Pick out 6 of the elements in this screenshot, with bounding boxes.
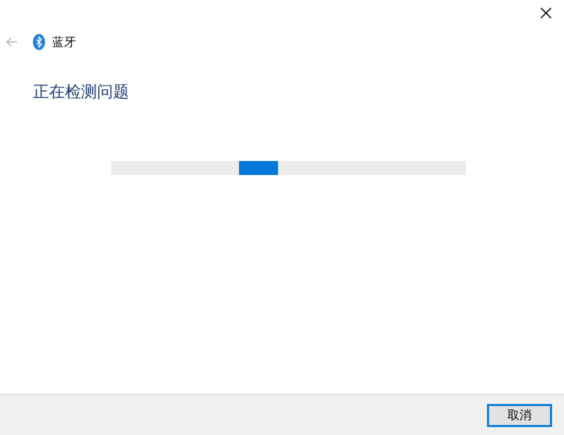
bluetooth-icon <box>33 34 45 50</box>
status-heading: 正在检测问题 <box>33 81 130 103</box>
window-title: 蓝牙 <box>52 34 76 50</box>
cancel-button[interactable]: 取消 <box>487 404 552 426</box>
close-icon <box>540 7 552 19</box>
back-arrow-icon <box>5 37 17 47</box>
